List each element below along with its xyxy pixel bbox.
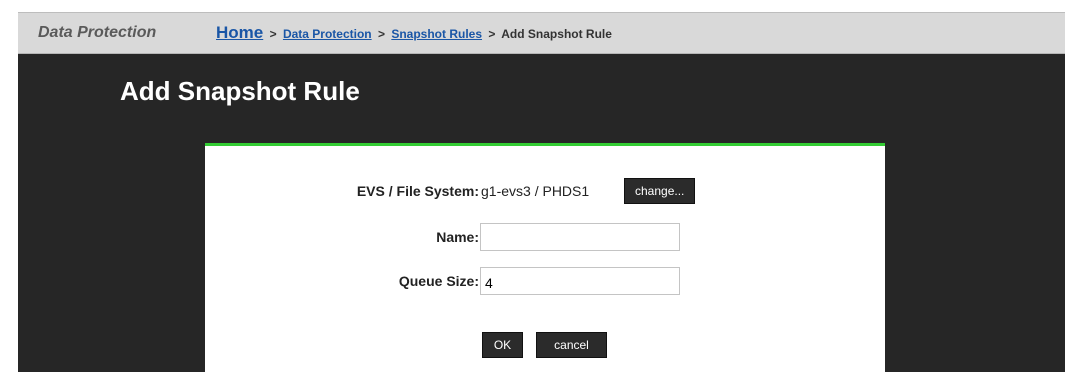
- page-frame: Data Protection Home > Data Protection >…: [18, 12, 1065, 372]
- queue-size-row: Queue Size:: [205, 267, 885, 295]
- breadcrumb-separator: >: [488, 27, 496, 41]
- breadcrumb-separator: >: [269, 27, 277, 41]
- queue-size-label: Queue Size:: [398, 273, 479, 289]
- name-row: Name:: [205, 223, 885, 251]
- add-snapshot-rule-form: EVS / File System: g1-evs3 / PHDS1 chang…: [205, 143, 885, 372]
- evs-value: g1-evs3 / PHDS1: [481, 183, 590, 199]
- breadcrumb-home-link[interactable]: Home: [216, 23, 263, 42]
- queue-size-input[interactable]: [480, 267, 680, 295]
- ok-button[interactable]: OK: [482, 332, 523, 358]
- breadcrumb-snapshot-rules-link[interactable]: Snapshot Rules: [391, 27, 482, 41]
- section-title: Data Protection: [38, 24, 157, 41]
- name-label: Name:: [436, 229, 479, 245]
- change-button[interactable]: change...: [624, 178, 696, 204]
- evs-label: EVS / File System:: [356, 183, 479, 199]
- top-bar: Data Protection Home > Data Protection >…: [18, 12, 1065, 54]
- breadcrumb-data-protection-link[interactable]: Data Protection: [283, 27, 372, 41]
- cancel-button[interactable]: cancel: [536, 332, 607, 358]
- breadcrumb-current: Add Snapshot Rule: [501, 27, 612, 41]
- page-title: Add Snapshot Rule: [120, 76, 360, 106]
- evs-row: EVS / File System: g1-evs3 / PHDS1 chang…: [205, 177, 885, 205]
- breadcrumb-separator: >: [377, 27, 385, 41]
- breadcrumb: Home > Data Protection > Snapshot Rules …: [216, 23, 612, 43]
- name-input[interactable]: [480, 223, 680, 251]
